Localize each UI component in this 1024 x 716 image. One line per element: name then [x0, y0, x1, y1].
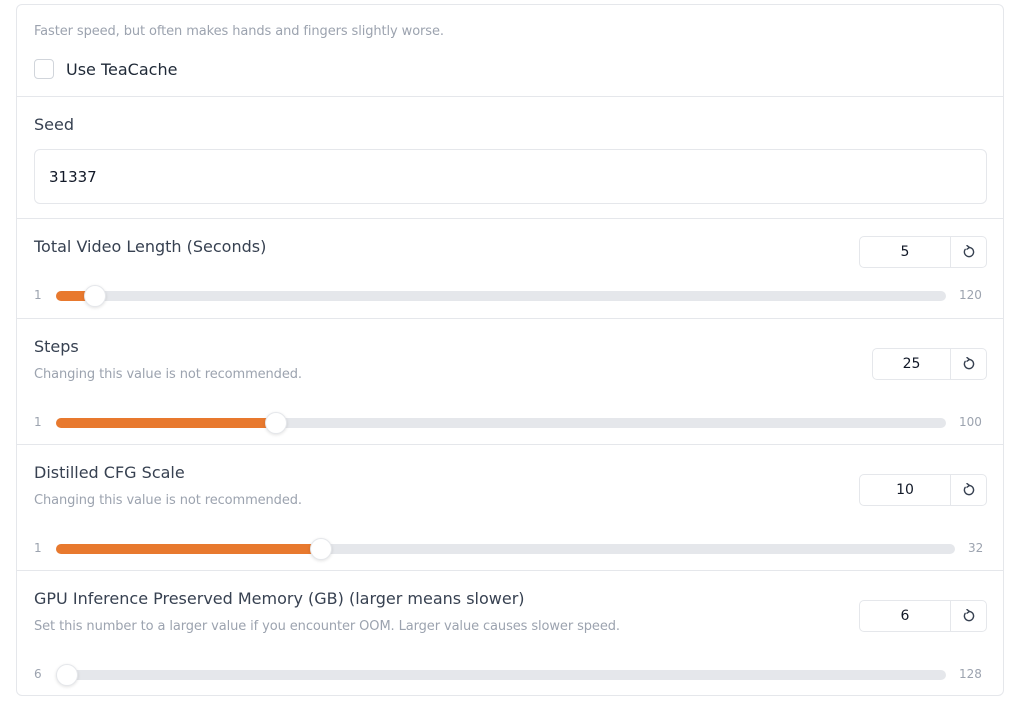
- teacache-block: Faster speed, but often makes hands and …: [17, 5, 1003, 97]
- gpu-memory-slider[interactable]: [56, 664, 946, 686]
- cfg-scale-min-label: 1: [34, 541, 42, 555]
- steps-info: Changing this value is not recommended.: [34, 367, 302, 382]
- steps-label: Steps: [34, 337, 79, 356]
- seed-input[interactable]: [34, 149, 987, 204]
- gpu-memory-number-input[interactable]: [860, 601, 950, 631]
- seed-label: Seed: [34, 115, 74, 134]
- video-length-min-label: 1: [34, 288, 42, 302]
- cfg-scale-number-box: [859, 474, 987, 506]
- cfg-scale-reset-button[interactable]: [950, 475, 986, 505]
- steps-reset-button[interactable]: [950, 349, 986, 379]
- teacache-checkbox-label[interactable]: Use TeaCache: [66, 60, 177, 79]
- cfg-scale-number-input[interactable]: [860, 475, 950, 505]
- gpu-memory-label: GPU Inference Preserved Memory (GB) (lar…: [34, 589, 525, 608]
- settings-panel: Faster speed, but often makes hands and …: [16, 4, 1004, 696]
- steps-number-box: [872, 348, 987, 380]
- cfg-scale-max-label: 32: [968, 541, 984, 555]
- video-length-label: Total Video Length (Seconds): [34, 237, 267, 256]
- steps-block: Steps Changing this value is not recomme…: [17, 319, 1003, 445]
- video-length-slider-thumb[interactable]: [84, 285, 106, 307]
- cfg-scale-info: Changing this value is not recommended.: [34, 493, 302, 508]
- video-length-number-input[interactable]: [860, 237, 950, 267]
- reset-icon: [963, 609, 974, 622]
- cfg-scale-slider-fill: [56, 544, 322, 554]
- video-length-block: Total Video Length (Seconds) 1 120: [17, 219, 1003, 319]
- steps-slider-thumb[interactable]: [265, 412, 287, 434]
- video-length-slider[interactable]: [56, 285, 946, 307]
- teacache-info: Faster speed, but often makes hands and …: [34, 24, 444, 39]
- reset-icon: [963, 245, 974, 258]
- steps-slider[interactable]: [56, 412, 946, 434]
- steps-slider-fill: [56, 418, 277, 428]
- cfg-scale-slider-thumb[interactable]: [310, 538, 332, 560]
- gpu-memory-number-box: [859, 600, 987, 632]
- video-length-reset-button[interactable]: [950, 237, 986, 267]
- gpu-memory-slider-thumb[interactable]: [56, 664, 78, 686]
- teacache-checkbox-row[interactable]: Use TeaCache: [34, 58, 177, 80]
- cfg-scale-block: Distilled CFG Scale Changing this value …: [17, 445, 1003, 571]
- steps-number-input[interactable]: [873, 349, 950, 379]
- seed-block: Seed: [17, 97, 1003, 219]
- gpu-memory-info: Set this number to a larger value if you…: [34, 619, 620, 634]
- steps-min-label: 1: [34, 415, 42, 429]
- steps-max-label: 100: [959, 415, 982, 429]
- cfg-scale-label: Distilled CFG Scale: [34, 463, 185, 482]
- gpu-memory-max-label: 128: [959, 667, 982, 681]
- teacache-checkbox[interactable]: [34, 59, 54, 79]
- cfg-scale-slider[interactable]: [56, 538, 955, 560]
- gpu-memory-reset-button[interactable]: [950, 601, 986, 631]
- gpu-memory-block: GPU Inference Preserved Memory (GB) (lar…: [17, 571, 1003, 695]
- video-length-max-label: 120: [959, 288, 982, 302]
- reset-icon: [963, 483, 974, 496]
- gpu-memory-min-label: 6: [34, 667, 42, 681]
- video-length-number-box: [859, 236, 987, 268]
- reset-icon: [963, 357, 974, 370]
